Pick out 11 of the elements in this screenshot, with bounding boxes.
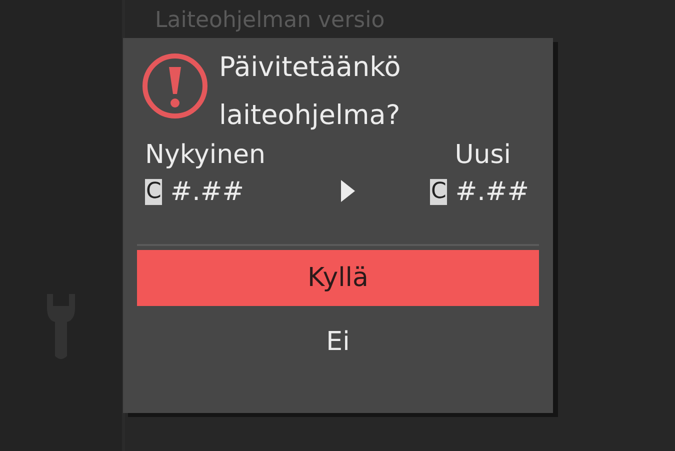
version-label: Uusi <box>454 139 512 172</box>
version-number: #.## <box>455 176 529 209</box>
version-badge: C <box>145 179 162 205</box>
arrow-icon <box>340 180 355 202</box>
dialog-title: Päivitetäänkö laiteohjelma? <box>219 51 402 133</box>
version-badge: C <box>430 179 448 205</box>
version-number: #.## <box>170 176 244 209</box>
warning-icon <box>142 53 208 119</box>
version-label: Nykyinen <box>145 139 266 172</box>
option-button[interactable]: Ei <box>137 314 539 370</box>
option-button[interactable]: Kyllä <box>137 250 539 306</box>
